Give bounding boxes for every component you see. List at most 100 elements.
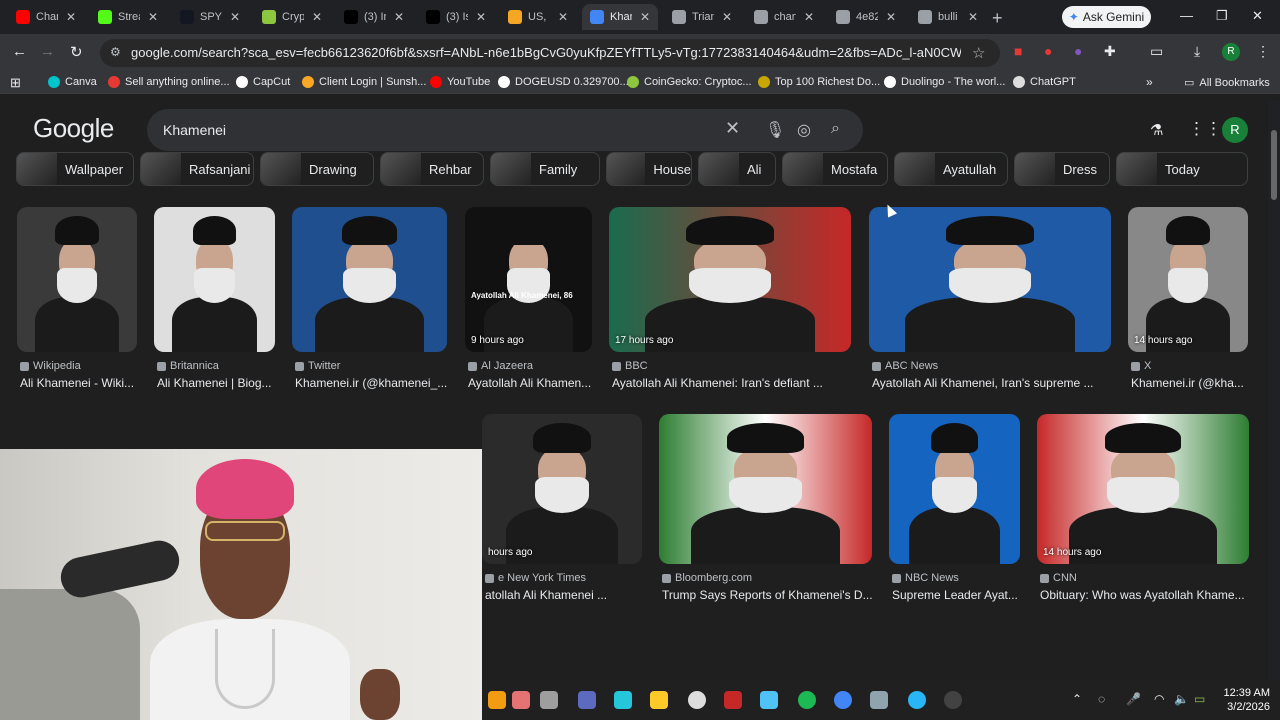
tab-search-icon[interactable]: ▭ [1150, 43, 1163, 60]
site-info-icon[interactable]: ⚙ [110, 45, 121, 59]
close-tab-icon[interactable]: ✕ [558, 10, 568, 24]
address-bar[interactable]: ⚙ google.com/search?sca_esv=fecb66123620… [100, 39, 1000, 67]
result-source[interactable]: ABC News [872, 360, 938, 372]
result-image[interactable] [889, 414, 1020, 564]
result-source[interactable]: X [1131, 360, 1151, 372]
tab-5[interactable]: (3) Is ✕ [418, 4, 494, 30]
tab-8[interactable]: Trian ✕ [664, 4, 740, 30]
all-bookmarks-button[interactable]: ▭ All Bookmarks [1184, 76, 1270, 90]
close-tab-icon[interactable]: ✕ [886, 10, 896, 24]
result-image[interactable]: 14 hours ago [1128, 207, 1248, 352]
wifi-icon[interactable]: ◠ [1154, 692, 1164, 706]
search-input[interactable]: Khamenei ✕ 🎙 ◎ ⌕ [147, 109, 863, 151]
result-caption[interactable]: Ayatollah Ali Khamenei, Iran's supreme .… [872, 376, 1114, 390]
tab-10[interactable]: 4e82 ✕ [828, 4, 904, 30]
result-source[interactable]: Wikipedia [20, 360, 81, 372]
result-caption[interactable]: Ali Khamenei | Biog... [157, 376, 278, 390]
bookmark-item[interactable]: Duolingo - The worl... [884, 76, 1005, 88]
bookmark-item[interactable]: Sell anything online... [108, 76, 230, 88]
close-tab-icon[interactable]: ✕ [66, 10, 76, 24]
tab-11[interactable]: bulli ✕ [910, 4, 986, 30]
app-icon[interactable] [512, 691, 530, 709]
result-image[interactable] [154, 207, 275, 352]
system-clock[interactable]: 12:39 AM 3/2/2026 [1224, 686, 1270, 714]
image-result[interactable]: 17 hours ago BBC Ayatollah Ali Khamenei:… [609, 207, 851, 402]
back-button[interactable]: ← [12, 43, 27, 60]
chip-mostafa[interactable]: Mostafa [782, 152, 888, 186]
chevron-up-icon[interactable]: ⌃ [1072, 692, 1082, 706]
task-view-icon[interactable] [540, 691, 558, 709]
chip-ayatullah[interactable]: Ayatullah [894, 152, 1008, 186]
tab-3[interactable]: Cryp ✕ [254, 4, 330, 30]
chip-dress[interactable]: Dress [1014, 152, 1110, 186]
search-icon[interactable]: ⌕ [831, 120, 840, 138]
chip-rafsanjani[interactable]: Rafsanjani [140, 152, 254, 186]
chip-wallpaper[interactable]: Wallpaper [16, 152, 134, 186]
address-url[interactable]: google.com/search?sca_esv=fecb66123620f6… [131, 45, 961, 60]
result-source[interactable]: BBC [612, 360, 648, 372]
close-tab-icon[interactable]: ✕ [394, 10, 404, 24]
chrome-icon[interactable] [834, 691, 852, 709]
telegram-icon[interactable] [908, 691, 926, 709]
new-tab-button[interactable]: + [992, 8, 1003, 29]
microphone-icon[interactable]: 🎤 [1126, 692, 1141, 706]
labs-flask-icon[interactable]: ⚗ [1150, 121, 1163, 139]
bookmark-item[interactable]: YouTube [430, 76, 490, 88]
close-tab-icon[interactable]: ✕ [476, 10, 486, 24]
image-result[interactable]: 14 hours ago X Khamenei.ir (@kha... [1128, 207, 1248, 402]
result-caption[interactable]: atollah Ali Khamenei ... [485, 588, 645, 602]
result-source[interactable]: Twitter [295, 360, 340, 372]
result-image[interactable]: 9 hours ago Ayatollah Ali Khamenei, 86 [465, 207, 592, 352]
forward-button[interactable]: → [40, 43, 55, 60]
tab-9[interactable]: chart ✕ [746, 4, 822, 30]
microphone-icon[interactable]: 🎙 [765, 120, 785, 140]
tab-6[interactable]: US, I ✕ [500, 4, 576, 30]
image-result[interactable]: hours ago e New York Times atollah Ali K… [482, 414, 642, 614]
result-image[interactable]: hours ago [482, 414, 642, 564]
chip-ali[interactable]: Ali [698, 152, 776, 186]
download-icon[interactable]: ⤓ [1194, 43, 1200, 60]
dell-icon[interactable] [688, 691, 706, 709]
result-caption[interactable]: Obituary: Who was Ayatollah Khame... [1040, 588, 1252, 602]
spotify-icon[interactable] [798, 691, 816, 709]
google-logo[interactable]: Google [33, 113, 114, 144]
network-icon[interactable]: ◌ [1098, 692, 1105, 706]
close-tab-icon[interactable]: ✕ [640, 10, 650, 24]
image-result[interactable]: Britannica Ali Khamenei | Biog... [154, 207, 275, 402]
result-caption[interactable]: Trump Says Reports of Khamenei's D... [662, 588, 875, 602]
bookmark-item[interactable]: CapCut [236, 76, 290, 88]
result-source[interactable]: Britannica [157, 360, 219, 372]
bookmark-item[interactable]: CoinGecko: Cryptoc... [627, 76, 752, 88]
bookmark-item[interactable]: Client Login | Sunsh... [302, 76, 426, 88]
mcafee-icon[interactable] [724, 691, 742, 709]
chip-today[interactable]: Today [1116, 152, 1248, 186]
bookmark-item[interactable]: Canva [48, 76, 97, 88]
close-tab-icon[interactable]: ✕ [968, 10, 978, 24]
result-image[interactable] [17, 207, 137, 352]
image-result[interactable]: Wikipedia Ali Khamenei - Wiki... [17, 207, 137, 402]
bookmark-star-icon[interactable]: ☆ [972, 44, 985, 62]
apps-grid-icon[interactable]: ⋮⋮ [1188, 119, 1222, 139]
bookmark-item[interactable]: ChatGPT [1013, 76, 1076, 88]
result-image[interactable]: 14 hours ago [1037, 414, 1249, 564]
chip-rehbar[interactable]: Rehbar [380, 152, 484, 186]
copilot-icon[interactable] [614, 691, 632, 709]
ask-gemini-button[interactable]: ✦ Ask Gemini [1062, 6, 1151, 28]
chip-house[interactable]: House [606, 152, 692, 186]
image-result[interactable]: ABC News Ayatollah Ali Khamenei, Iran's … [869, 207, 1111, 402]
result-caption[interactable]: Khamenei.ir (@khamenei_... [295, 376, 450, 390]
extension-icon[interactable]: ● [1044, 43, 1052, 59]
battery-icon[interactable]: ▭ [1194, 692, 1205, 706]
calculator-icon[interactable] [870, 691, 888, 709]
result-caption[interactable]: Ayatollah Ali Khamen... [468, 376, 595, 390]
extension-icon[interactable]: ● [1074, 43, 1082, 59]
scrollbar-thumb[interactable] [1271, 130, 1277, 200]
result-source[interactable]: NBC News [892, 572, 959, 584]
close-tab-icon[interactable]: ✕ [312, 10, 322, 24]
result-source[interactable]: e New York Times [485, 572, 586, 584]
lens-icon[interactable]: ◎ [797, 120, 811, 140]
tab-2[interactable]: SPY ✕ [172, 4, 248, 30]
image-result[interactable]: 14 hours ago CNN Obituary: Who was Ayato… [1037, 414, 1249, 614]
profile-avatar[interactable]: R [1222, 43, 1240, 61]
widgets-icon[interactable] [488, 691, 506, 709]
